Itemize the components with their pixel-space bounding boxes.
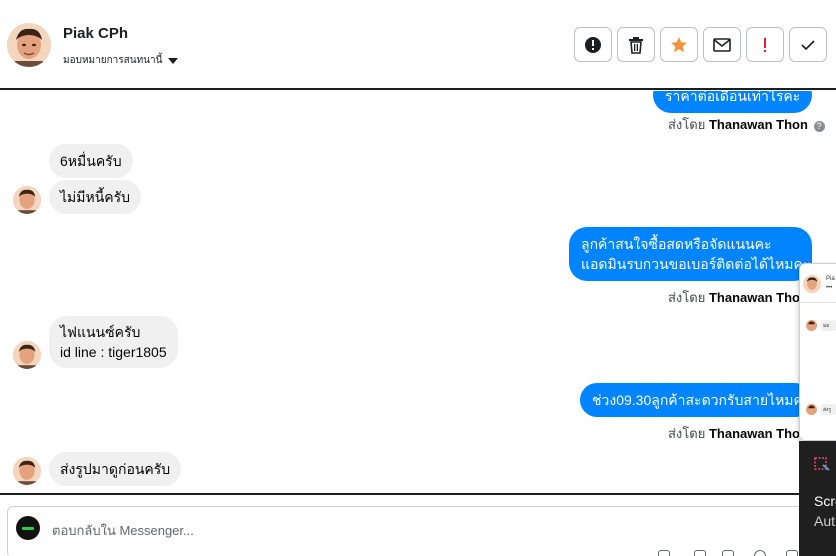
incoming-message[interactable]: ไม่มีหนี้ครับ [49,180,142,214]
mini-divider [800,302,836,303]
sender-name: Thanawan Thon [708,117,808,132]
incoming-message[interactable]: ไฟแนนซ์ครับ id line : tiger1805 [49,316,178,368]
page-logo-icon [16,516,40,540]
sent-by-label: ส่งโดย Thanawan Thon [668,287,808,308]
mini-message-text: มย [823,323,830,329]
assign-conversation-dropdown[interactable]: มอบหมายการสนทนานี้ [63,53,179,68]
emoji-icon[interactable] [754,550,766,556]
sent-by-prefix: ส่งโดย [668,117,706,132]
mini-avatar [806,320,817,331]
notification-title: Scre [814,493,836,509]
incoming-message[interactable]: ส่งรูปมาดูก่อนครับ [49,452,182,486]
mini-avatar [803,275,821,293]
sent-by-label: ส่งโดย Thanawan Thon ? [668,114,825,135]
assign-label: มอบหมายการสนทนานี้ [63,55,163,66]
contact-avatar[interactable] [7,23,51,67]
contact-avatar-small[interactable] [13,341,41,369]
reply-placeholder: ตอบกลับใน Messenger... [52,523,194,538]
incoming-message[interactable]: 6หมื่นครับ [49,144,133,178]
outgoing-message[interactable]: ราคาต่อเดือนเท่าไรคะ [653,91,813,113]
mini-contact-name: Pia [826,276,835,282]
outgoing-message[interactable]: ลูกค้าสนใจซื้อสดหรือจัดแนนคะ แอดมินรบกวน… [569,227,812,281]
mini-subtitle: ••• [826,285,833,291]
message-text-line: แอดมินรบกวนขอเบอร์ติดต่อได้ไหมคะ [581,256,811,272]
exclamation-icon [764,37,766,52]
floating-chat-preview[interactable]: Pia ••• มย ส่งรู [799,263,836,441]
sender-name: Thanawan Thon [708,426,808,441]
message-text-line: ไฟแนนซ์ครับ [60,324,141,340]
paperclip-icon[interactable] [694,550,706,556]
help-icon[interactable]: ? [813,121,825,132]
outgoing-message[interactable]: ช่วง09.30ลูกค้าสะดวกรับสายไหมคะ [580,383,812,417]
like-icon[interactable] [786,550,798,556]
star-button[interactable] [660,27,698,62]
messenger-conversation-window: Piak CPh มอบหมายการสนทนานี้ ราคาต่อเดือน… [0,0,836,556]
message-text: ส่งรูปมาดูก่อนครับ [60,461,171,477]
trash-icon [629,36,643,54]
alert-circle-icon [585,36,601,53]
envelope-icon [713,37,731,52]
chevron-down-icon [168,57,179,64]
message-text: 6หมื่นครับ [60,153,122,169]
sender-name: Thanawan Thon [708,290,808,305]
message-list: ราคาต่อเดือนเท่าไรคะ ส่งโดย Thanawan Tho… [0,91,836,493]
notification-subtitle: Aut [814,513,836,529]
sent-by-prefix: ส่งโดย [668,290,706,305]
message-text: ช่วง09.30ลูกค้าสะดวกรับสายไหมคะ [592,392,811,408]
conversation-actions [574,27,827,62]
contact-avatar-small[interactable] [13,186,41,214]
delete-button[interactable] [617,27,655,62]
message-text: ไม่มีหนี้ครับ [60,189,131,205]
done-button[interactable] [789,27,827,62]
message-text: ราคาต่อเดือนเท่าไรคะ [665,91,801,104]
mini-message-text: ส่งรู [823,407,832,413]
sent-by-label: ส่งโดย Thanawan Thon [668,423,808,444]
message-text-line: id line : tiger1805 [60,344,167,360]
attach-icon[interactable] [658,550,670,556]
mark-unread-button[interactable] [703,27,741,62]
gif-icon[interactable] [722,550,734,556]
screenshot-tool-icon [814,457,830,471]
contact-avatar-small[interactable] [13,457,41,485]
reply-input[interactable]: ตอบกลับใน Messenger... [7,506,805,556]
contact-name[interactable]: Piak CPh [63,25,128,42]
star-icon [671,36,687,52]
spam-button[interactable] [574,27,612,62]
screenshot-notification[interactable]: Scre Aut [799,441,836,556]
mini-avatar [806,404,817,415]
composer-area: ตอบกลับใน Messenger... [0,493,836,556]
follow-up-button[interactable] [746,27,784,62]
conversation-header: Piak CPh มอบหมายการสนทนานี้ [0,0,836,90]
sent-by-prefix: ส่งโดย [668,426,706,441]
check-icon [801,39,815,50]
message-text-line: ลูกค้าสนใจซื้อสดหรือจัดแนนคะ [581,236,772,252]
